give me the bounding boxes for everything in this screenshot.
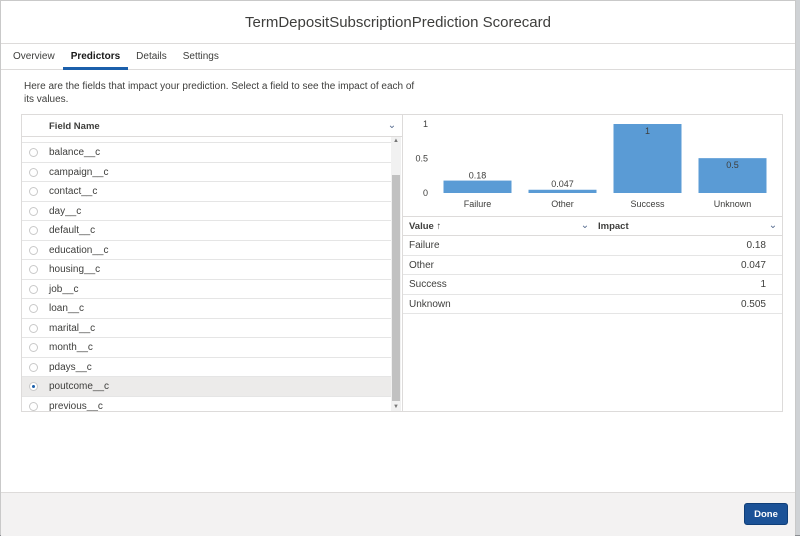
list-item[interactable]: marital__c	[22, 319, 391, 338]
scorecard-modal: TermDepositSubscriptionPrediction Scorec…	[0, 0, 796, 536]
list-item[interactable]: campaign__c	[22, 163, 391, 182]
intro-text: Here are the fields that impact your pre…	[24, 81, 415, 105]
chevron-down-icon[interactable]: ⌄	[387, 121, 397, 131]
table-row: Success 1	[403, 275, 782, 295]
tab-bar: Overview Predictors Details Settings	[1, 43, 795, 70]
scroll-thumb[interactable]	[392, 175, 400, 401]
field-label: pdays__c	[49, 361, 92, 373]
y-tick-label: 1	[423, 119, 428, 129]
field-label: default__c	[49, 225, 96, 236]
tab-settings[interactable]: Settings	[175, 43, 227, 70]
field-list-pane: Field Name ⌄ balance__c campaign__ccontac…	[22, 115, 403, 411]
bar[interactable]	[443, 180, 512, 193]
list-item[interactable]: contact__c	[22, 182, 391, 202]
field-label: day__c	[49, 205, 82, 217]
impact-cell: 0.047	[740, 259, 766, 271]
radio-button[interactable]	[29, 304, 38, 313]
value-cell: Unknown	[409, 298, 451, 310]
tab-details[interactable]: Details	[128, 43, 175, 70]
predictors-panel: Field Name ⌄ balance__c campaign__ccontac…	[21, 114, 783, 412]
radio-button[interactable]	[29, 245, 38, 255]
impact-pane: 0 0.5 1 0.18 Failure 0.047 Other 1 Success 0.5 Unk…	[403, 115, 782, 411]
field-label: previous__c	[49, 400, 103, 412]
impact-column-header[interactable]: Impact	[598, 221, 629, 232]
list-item[interactable]: job__c	[22, 280, 391, 299]
value-cell: Success	[409, 279, 447, 290]
radio-button[interactable]	[29, 187, 38, 196]
table-row: Other 0.047	[403, 256, 782, 275]
radio-button[interactable]	[29, 226, 38, 235]
field-list-scrollbar[interactable]: ▲ ▼	[391, 137, 401, 411]
field-label: balance__c	[49, 147, 101, 158]
field-label: marital__c	[49, 322, 96, 334]
modal-title: TermDepositSubscriptionPrediction Scorec…	[245, 13, 551, 31]
field-label: housing__c	[49, 264, 101, 275]
impact-bar-chart: 0 0.5 1 0.18 Failure 0.047 Other 1 Success 0.5 Unk…	[415, 119, 767, 209]
radio-button[interactable]	[29, 401, 38, 411]
chevron-down-icon[interactable]: ⌄	[768, 221, 778, 231]
list-item[interactable]: housing__c	[22, 260, 391, 280]
radio-button[interactable]	[29, 343, 38, 352]
radio-button[interactable]	[29, 284, 38, 294]
impact-cell: 0.505	[740, 298, 766, 310]
chevron-down-icon[interactable]: ⌄	[580, 221, 590, 231]
table-row: Unknown 0.505	[403, 295, 782, 314]
impact-cell: 0.18	[746, 240, 766, 251]
list-item[interactable]: default__c	[22, 221, 391, 241]
list-item[interactable]: poutcome__c	[22, 377, 391, 397]
value-column-label: Value	[409, 221, 434, 232]
category-label: Other	[551, 199, 574, 209]
data-label: 0.047	[551, 179, 574, 189]
field-label: education__c	[49, 244, 109, 256]
radio-button[interactable]	[29, 362, 38, 372]
radio-button[interactable]	[29, 206, 38, 216]
radio-button[interactable]	[29, 382, 38, 391]
impact-cell: 1	[760, 279, 766, 290]
table-row: Failure 0.18	[403, 236, 782, 256]
field-list: balance__c campaign__c contact__c day__cdef…	[22, 137, 391, 411]
tab-overview[interactable]: Overview	[5, 43, 63, 70]
category-label: Unknown	[714, 199, 752, 209]
list-item[interactable]: education__c	[22, 241, 391, 260]
field-label: job__c	[49, 283, 79, 295]
value-cell: Failure	[409, 240, 440, 251]
y-tick-label: 0	[423, 188, 428, 198]
radio-button[interactable]	[29, 265, 38, 274]
bar[interactable]	[528, 189, 597, 193]
modal-header: TermDepositSubscriptionPrediction Scorec…	[1, 1, 795, 44]
field-label: contact__c	[49, 186, 98, 197]
list-item[interactable]: loan__c	[22, 299, 391, 319]
list-item[interactable]: day__c	[22, 202, 391, 221]
done-button[interactable]: Done	[744, 503, 788, 525]
scroll-up-icon[interactable]: ▲	[391, 137, 401, 145]
y-tick-label: 0.5	[415, 154, 428, 164]
impact-table-header: Value ↑ ⌄ Impact ⌄	[403, 216, 782, 236]
scroll-down-icon[interactable]: ▼	[391, 403, 401, 411]
field-label: campaign__c	[49, 166, 109, 178]
category-label: Failure	[464, 199, 492, 209]
value-column-header[interactable]: Value ↑	[409, 221, 441, 232]
list-item[interactable]: balance__c	[22, 143, 391, 163]
list-item[interactable]: pdays__c	[22, 358, 391, 377]
list-item[interactable]: previous__c	[22, 397, 391, 412]
field-label: month__c	[49, 342, 93, 353]
data-label: 0.18	[469, 171, 487, 181]
value-cell: Other	[409, 259, 435, 271]
data-label: 1	[645, 126, 650, 136]
data-label: 0.5	[726, 160, 739, 170]
radio-button[interactable]	[29, 148, 38, 157]
radio-button[interactable]	[29, 167, 38, 177]
sort-ascending-icon: ↑	[436, 221, 442, 232]
field-list-header: Field Name ⌄	[22, 115, 402, 137]
list-item[interactable]: month__c	[22, 338, 391, 358]
radio-button[interactable]	[29, 323, 38, 333]
tab-predictors[interactable]: Predictors	[62, 43, 129, 70]
modal-footer: Done	[1, 492, 795, 536]
field-name-header: Field Name	[49, 121, 100, 132]
category-label: Success	[630, 199, 665, 209]
field-label: poutcome__c	[49, 381, 110, 392]
field-label: loan__c	[49, 303, 85, 314]
